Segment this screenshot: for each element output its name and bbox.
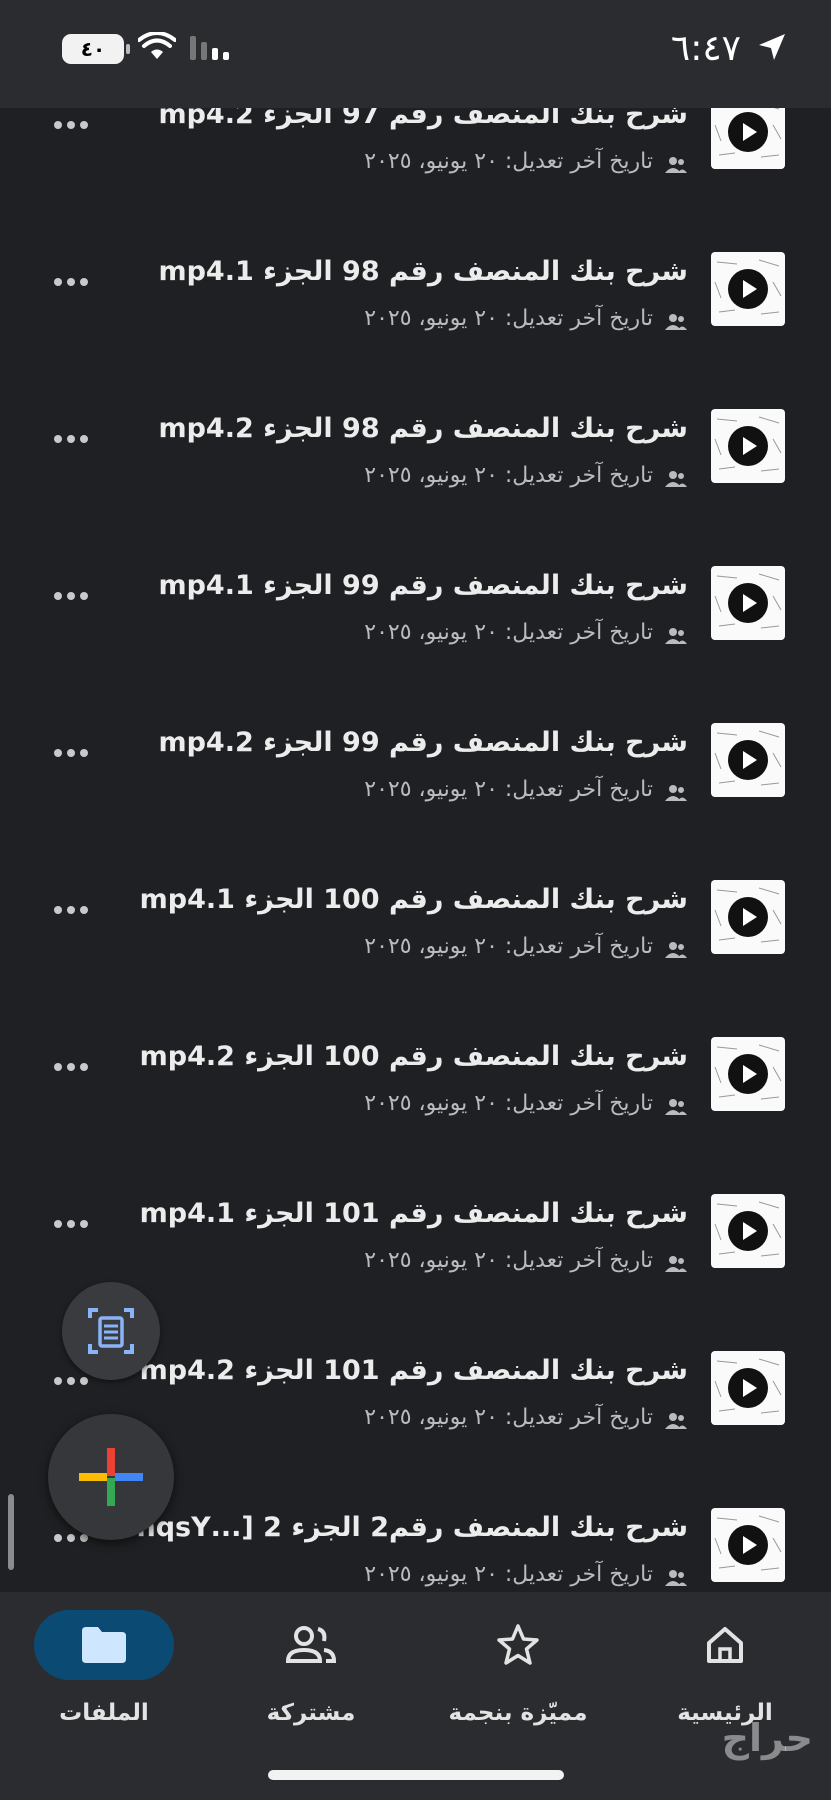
file-modified-date: تاريخ آخر تعديل: ٢٠ يونيو، ٢٠٢٥ [364,306,653,331]
battery-icon: ٤٠ [62,34,130,64]
nav-starred-label: مميّزة بنجمة [448,1700,588,1726]
play-icon [728,897,768,937]
file-row[interactable]: شرح بنك المنصف رقم 97 الجزء mp4.2 تاريخ … [0,95,831,235]
more-options-button[interactable] [54,115,98,135]
nav-files-label: الملفات [59,1700,149,1726]
shared-people-icon [665,942,687,958]
more-options-button[interactable] [54,272,98,292]
file-modified-date: تاريخ آخر تعديل: ٢٠ يونيو، ٢٠٢٥ [364,777,653,802]
plus-icon [79,1448,143,1506]
shared-people-icon [665,1570,687,1586]
more-options-button[interactable] [54,1214,98,1234]
file-title: شرح بنك المنصف رقم 100 الجزء mp4.1 [139,884,688,915]
file-title: شرح بنك المنصف رقم 99 الجزء mp4.2 [158,727,688,758]
play-icon [728,112,768,152]
file-modified-date: تاريخ آخر تعديل: ٢٠ يونيو، ٢٠٢٥ [364,1562,653,1587]
shared-people-icon [665,314,687,330]
home-icon [707,1627,743,1663]
file-title: شرح بنك المنصف رقم 101 الجزء mp4.2 [139,1355,688,1386]
video-thumbnail [711,880,785,954]
wifi-icon [138,32,176,59]
file-modified-date: تاريخ آخر تعديل: ٢٠ يونيو، ٢٠٢٥ [364,1091,653,1116]
file-title: شرح بنك المنصف رقم 98 الجزء mp4.2 [158,413,688,444]
new-file-button[interactable] [48,1414,174,1540]
file-modified-date: تاريخ آخر تعديل: ٢٠ يونيو، ٢٠٢٥ [364,1405,653,1430]
video-thumbnail [711,566,785,640]
file-title: شرح بنك المنصف رقم2 الجزء 2 [...nqsY [136,1512,688,1543]
status-time: ٦:٤٧ [670,28,741,69]
play-icon [728,1054,768,1094]
star-icon [497,1624,539,1665]
nav-shared-label: مشتركة [266,1700,356,1726]
more-options-button[interactable] [54,429,98,449]
play-icon [728,740,768,780]
play-icon [728,1368,768,1408]
scan-document-icon [88,1308,134,1354]
scrollbar[interactable] [8,1494,14,1570]
file-modified-date: تاريخ آخر تعديل: ٢٠ يونيو، ٢٠٢٥ [364,149,653,174]
file-row[interactable]: شرح بنك المنصف رقم 98 الجزء mp4.2 تاريخ … [0,391,831,549]
play-icon [728,269,768,309]
video-thumbnail [711,252,785,326]
video-thumbnail [711,409,785,483]
video-thumbnail [711,723,785,797]
more-options-button[interactable] [54,1057,98,1077]
video-thumbnail [711,1037,785,1111]
scan-document-button[interactable] [62,1282,160,1380]
file-modified-date: تاريخ آخر تعديل: ٢٠ يونيو، ٢٠٢٥ [364,1248,653,1273]
more-options-button[interactable] [54,743,98,763]
watermark: حراج [721,1716,813,1760]
play-icon [728,1211,768,1251]
nav-shared[interactable]: مشتركة [226,1610,396,1730]
file-title: شرح بنك المنصف رقم 99 الجزء mp4.1 [158,570,688,601]
play-icon [728,1525,768,1565]
nav-home[interactable]: الرئيسية [640,1610,810,1730]
file-title: شرح بنك المنصف رقم 100 الجزء mp4.2 [139,1041,688,1072]
shared-people-icon [665,1256,687,1272]
play-icon [728,583,768,623]
file-modified-date: تاريخ آخر تعديل: ٢٠ يونيو، ٢٠٢٥ [364,934,653,959]
video-thumbnail [711,1194,785,1268]
bottom-navigation: الرئيسية مميّزة بنجمة مشتركة الملفات حرا… [0,1592,831,1800]
people-icon [285,1626,337,1663]
shared-people-icon [665,1413,687,1429]
file-row[interactable]: شرح بنك المنصف رقم 99 الجزء mp4.2 تاريخ … [0,705,831,863]
nav-files[interactable]: الملفات [19,1610,189,1730]
file-row[interactable]: شرح بنك المنصف رقم 98 الجزء mp4.1 تاريخ … [0,234,831,392]
file-title: شرح بنك المنصف رقم 98 الجزء mp4.1 [158,256,688,287]
signal-icon [190,36,229,60]
file-row[interactable]: شرح بنك المنصف رقم 99 الجزء mp4.1 تاريخ … [0,548,831,706]
status-bar: ٤٠ ٦:٤٧ [0,0,831,108]
file-title: شرح بنك المنصف رقم 101 الجزء mp4.1 [139,1198,688,1229]
file-modified-date: تاريخ آخر تعديل: ٢٠ يونيو، ٢٠٢٥ [364,620,653,645]
location-arrow-icon [759,34,785,60]
video-thumbnail [711,1351,785,1425]
video-thumbnail [711,1508,785,1582]
shared-people-icon [665,1099,687,1115]
shared-people-icon [665,471,687,487]
shared-people-icon [665,785,687,801]
file-row[interactable]: شرح بنك المنصف رقم 100 الجزء mp4.1 تاريخ… [0,862,831,1020]
shared-people-icon [665,628,687,644]
more-options-button[interactable] [54,586,98,606]
home-indicator[interactable] [268,1770,564,1780]
more-options-button[interactable] [54,900,98,920]
play-icon [728,426,768,466]
file-modified-date: تاريخ آخر تعديل: ٢٠ يونيو، ٢٠٢٥ [364,463,653,488]
file-row[interactable]: شرح بنك المنصف رقم 100 الجزء mp4.2 تاريخ… [0,1019,831,1177]
shared-people-icon [665,157,687,173]
folder-icon [82,1627,126,1663]
nav-starred[interactable]: مميّزة بنجمة [433,1610,603,1730]
